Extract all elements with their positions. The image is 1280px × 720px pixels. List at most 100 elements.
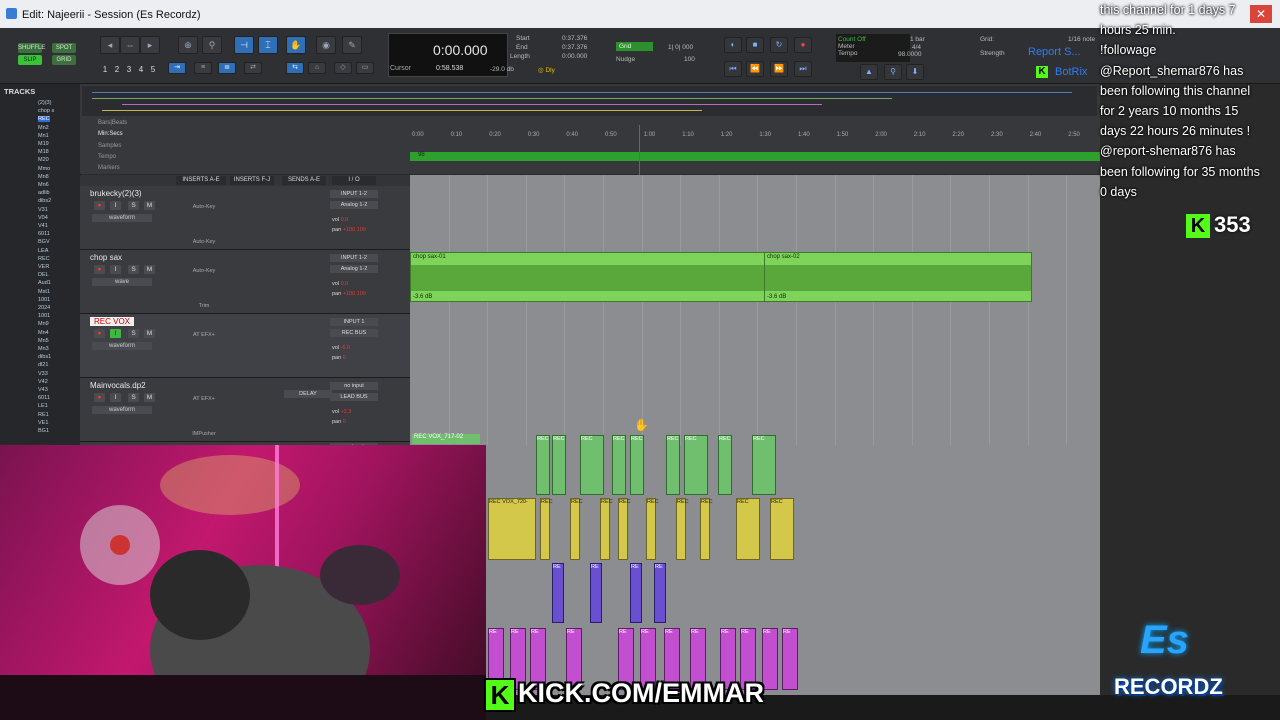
grid-value[interactable]: 1| 0| 000 (668, 44, 693, 51)
tracks-list-item[interactable]: 1001 (38, 313, 50, 319)
output-selector[interactable]: REC BUS (330, 329, 378, 337)
tracks-list-item[interactable]: Aud1 (38, 280, 51, 286)
pan-readout[interactable]: pan +100 100 (332, 227, 366, 233)
track-header[interactable]: REC VOX ● I S Mwaveform AT EFX+ INPUT 1 REC BUS… (80, 314, 410, 378)
midi-input-icon[interactable]: ⬇ (906, 64, 924, 80)
tracks-list-item[interactable]: V33 (38, 371, 48, 377)
tracks-list-item[interactable]: Mn2 (38, 125, 49, 131)
tempo-marker[interactable]: 98 (418, 152, 425, 158)
track-name[interactable]: chop sax (90, 253, 122, 262)
yellow-vox-clip[interactable]: REC (736, 498, 760, 560)
green-vox-clip[interactable]: REC (536, 435, 550, 495)
input-monitor-button[interactable]: I (110, 201, 121, 210)
loop-icon[interactable]: ↻ (770, 37, 788, 53)
track-header[interactable]: Mainvocals.dp2 ● I S Mwaveform AT EFX+ IMPushe… (80, 378, 410, 442)
purple-vox-clip[interactable]: RE (590, 563, 602, 623)
solo-button[interactable]: S (128, 265, 139, 274)
link-selection-icon[interactable]: ≡ (194, 62, 212, 74)
green-vox-clip[interactable]: REC (612, 435, 626, 495)
track-name[interactable]: brukecky(2)(3) (90, 189, 142, 198)
scrubber-tool-icon[interactable]: ◉ (316, 36, 336, 54)
zoom-preset-1[interactable]: 1 (100, 65, 110, 75)
clip-rec-vox-717[interactable]: REC VOX_717-02 (412, 434, 480, 444)
tracks-list-item[interactable]: Mn3 (38, 346, 49, 352)
tracks-list-item[interactable]: Mn6 (38, 182, 49, 188)
send-slot[interactable]: DELAY (284, 390, 332, 398)
tracks-list-item[interactable]: BG1 (38, 428, 49, 434)
output-selector[interactable]: LEAD BUS (330, 393, 378, 401)
zoom-fit-icon[interactable]: ⇔ (120, 36, 140, 54)
purple-vox-clip[interactable]: RE (654, 563, 666, 623)
input-selector[interactable]: no input (330, 382, 378, 390)
tempo-lane[interactable]: 98 (410, 152, 1100, 161)
spot-mode-button[interactable]: SPOT (52, 43, 76, 53)
selector-tool-icon[interactable]: ⌶ (258, 36, 278, 54)
insert-slot[interactable]: IMPusher (180, 430, 228, 438)
input-monitor-button[interactable]: I (110, 393, 121, 402)
midi-merge-icon[interactable]: ⚲ (884, 64, 902, 80)
session-overview[interactable] (82, 86, 1097, 116)
magenta-vox-clip[interactable]: RE (782, 628, 798, 690)
metronome-icon[interactable]: ▲ (860, 64, 878, 80)
yellow-vox-clip[interactable]: REC VOX_720- (488, 498, 536, 560)
track-view-selector[interactable]: waveform (92, 406, 152, 414)
meter-value[interactable]: 4/4 (912, 44, 921, 51)
record-enable-button[interactable]: ● (94, 393, 105, 402)
record-enable-button[interactable]: ● (94, 329, 105, 338)
yellow-vox-clip[interactable]: REC (770, 498, 794, 560)
dly-icon[interactable]: ◎ Dly (538, 66, 555, 74)
green-vox-clip[interactable]: REC (718, 435, 732, 495)
purple-vox-clip[interactable]: RE (630, 563, 642, 623)
record-enable-button[interactable]: ● (94, 265, 105, 274)
yellow-vox-clip[interactable]: REC (600, 498, 613, 560)
grabber-tool-icon[interactable]: ✋ (286, 36, 306, 54)
record-enable-button[interactable]: ● (94, 201, 105, 210)
solo-button[interactable]: S (128, 329, 139, 338)
tracks-list-item[interactable]: Mmo (38, 166, 50, 172)
tracks-list-item[interactable]: 6011 (38, 395, 50, 401)
tab-to-transient-icon[interactable]: ⇥ (168, 62, 186, 74)
rewind-icon[interactable]: ⏪ (746, 61, 764, 77)
tracks-list-item[interactable]: LEA (38, 248, 48, 254)
insert-slot[interactable]: AT EFX+ (180, 331, 228, 339)
tracks-list-item[interactable]: Mn4 (38, 330, 49, 336)
clip-chop-sax-01[interactable]: chop sax-01 -3.6 dB (410, 252, 765, 302)
insert-slot[interactable]: Auto-Key (180, 238, 228, 246)
tracks-list-item[interactable]: dl21 (38, 362, 48, 368)
mute-button[interactable]: M (144, 265, 155, 274)
tracks-list-item[interactable]: Mn9 (38, 321, 49, 327)
slip-mode-button[interactable]: SLIP (18, 55, 42, 65)
tracks-list-item[interactable]: LE1 (38, 403, 48, 409)
pan-readout[interactable]: pan 0 (332, 355, 346, 361)
length-value[interactable]: 0:00.000 (562, 53, 587, 60)
automation-follows-icon[interactable]: ⌂ (308, 62, 326, 74)
track-name[interactable]: Mainvocals.dp2 (90, 381, 146, 390)
zoom-toggle-icon[interactable]: ▭ (356, 62, 374, 74)
tracks-list-item[interactable]: 1001 (38, 297, 50, 303)
tracks-list-item[interactable]: dibs1 (38, 354, 51, 360)
pencil-tool-icon[interactable]: ✎ (342, 36, 362, 54)
tracks-list-item[interactable]: REC (38, 116, 50, 123)
tracks-list-item[interactable]: VER (38, 264, 49, 270)
green-vox-clip[interactable]: REC (684, 435, 708, 495)
yellow-vox-clip[interactable]: REC (646, 498, 659, 560)
zoom-tool-icon[interactable]: ⊕ (178, 36, 198, 54)
tracks-list-item[interactable]: M18 (38, 149, 49, 155)
online-icon[interactable]: ◐ (724, 37, 742, 53)
tracks-list-item[interactable]: M19 (38, 141, 49, 147)
nudge-value[interactable]: 100 (684, 56, 695, 63)
volume-readout[interactable]: vol 0.0 (332, 217, 348, 223)
tracks-list-item[interactable]: V42 (38, 379, 48, 385)
input-monitor-button[interactable]: I (110, 265, 121, 274)
track-name[interactable]: REC VOX (90, 317, 135, 326)
solo-button[interactable]: S (128, 201, 139, 210)
link-track-icon[interactable]: ≣ (218, 62, 236, 74)
tracks-list-item[interactable]: (2)(3) (38, 100, 51, 106)
volume-readout[interactable]: vol 0.0 (332, 281, 348, 287)
tracks-list-item[interactable]: dibs2 (38, 198, 51, 204)
zoom-preset-4[interactable]: 4 (136, 65, 146, 75)
tracks-list-item[interactable]: RE1 (38, 412, 49, 418)
track-view-selector[interactable]: wave (92, 278, 152, 286)
end-value[interactable]: 0:37.376 (562, 44, 587, 51)
zoom-preset-2[interactable]: 2 (112, 65, 122, 75)
